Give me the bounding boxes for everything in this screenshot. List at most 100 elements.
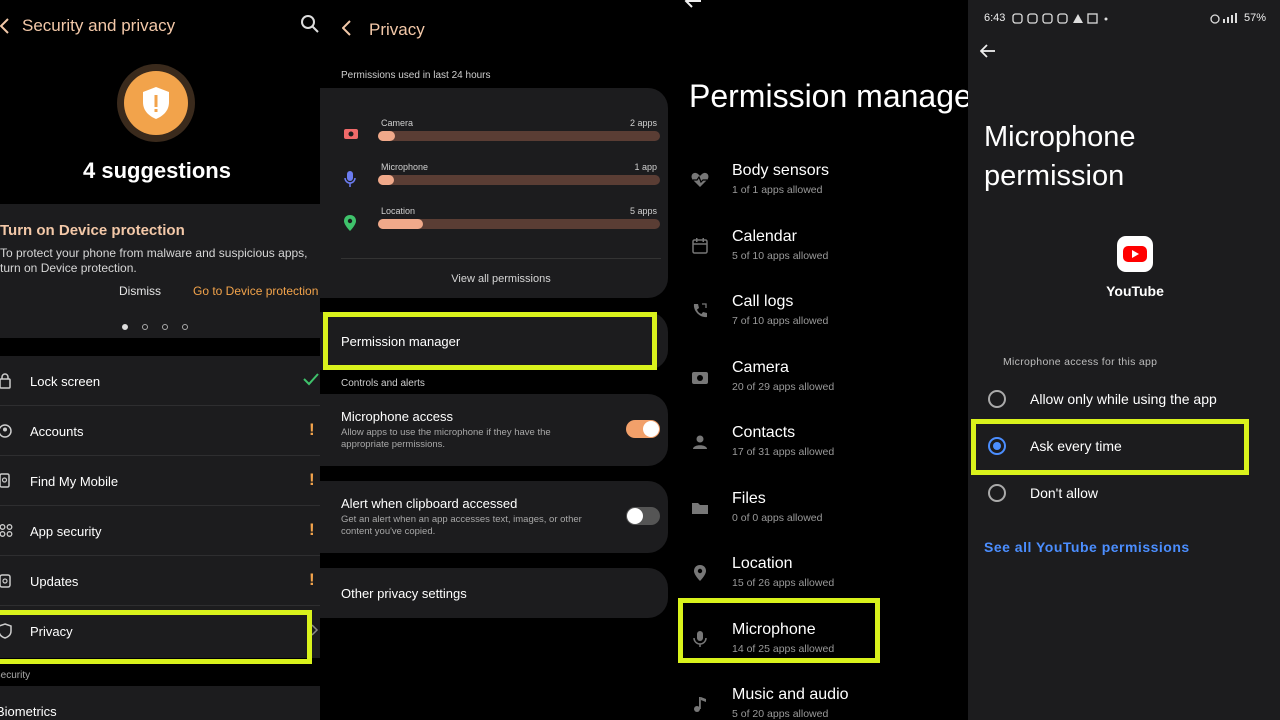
page-dot xyxy=(162,324,168,330)
microphone-access-toggle[interactable] xyxy=(626,420,660,438)
controls-header: Controls and alerts xyxy=(341,378,425,389)
call-log-icon xyxy=(690,301,710,321)
permission-title: Music and audio xyxy=(732,686,849,703)
permission-subtitle: 20 of 29 apps allowed xyxy=(732,380,835,393)
app-name: YouTube xyxy=(1106,283,1164,299)
page-dot xyxy=(182,324,188,330)
back-arrow-icon[interactable] xyxy=(980,44,996,58)
microphone-icon xyxy=(343,170,357,188)
list-item-app-security[interactable]: App security ! xyxy=(0,506,320,556)
warning-icon: ! xyxy=(309,470,315,489)
warning-icon: ! xyxy=(309,520,315,539)
list-item-label: Updates xyxy=(30,574,79,589)
usage-bar-fill xyxy=(378,175,394,185)
system-status-icons xyxy=(1210,13,1240,24)
account-icon xyxy=(0,423,14,439)
go-to-device-protection-button[interactable]: Go to Device protection xyxy=(193,284,318,298)
usage-bar xyxy=(378,219,660,229)
settings-list: Lock screen Accounts ! Find My Mobile ! … xyxy=(0,356,320,658)
divider xyxy=(341,258,661,259)
permission-row[interactable]: Calendar 5 of 10 apps allowed xyxy=(668,220,968,282)
camera-icon xyxy=(690,367,710,387)
permission-title: Files xyxy=(732,489,766,507)
usage-count: 1 app xyxy=(634,162,657,172)
list-item-biometrics[interactable]: Biometrics xyxy=(0,704,57,719)
status-time: 6:43 xyxy=(984,12,1006,24)
list-item-lock-screen[interactable]: Lock screen xyxy=(0,356,320,406)
usage-bar-fill xyxy=(378,219,423,229)
permission-row[interactable]: Call logs 7 of 10 apps allowed xyxy=(668,285,968,347)
permission-row[interactable]: Body sensors 1 of 1 apps allowed xyxy=(668,154,968,216)
usage-bar xyxy=(378,175,660,185)
see-all-permissions-link[interactable]: See all YouTube permissions xyxy=(984,539,1190,555)
page-dot xyxy=(122,324,128,330)
toggle-knob xyxy=(627,508,643,524)
suggestions-count: 4 suggestions xyxy=(83,158,231,183)
permission-row[interactable]: Location 15 of 26 apps allowed xyxy=(668,547,968,609)
radio-button[interactable] xyxy=(988,437,1006,455)
permission-row[interactable]: Contacts 17 of 31 apps allowed xyxy=(668,416,968,478)
privacy-icon xyxy=(0,623,14,639)
option-label[interactable]: Don't allow xyxy=(1030,485,1098,501)
search-icon[interactable] xyxy=(300,14,320,34)
heart-icon xyxy=(690,170,710,190)
permission-manager-screen: Permission manager Body sensors 1 of 1 ap… xyxy=(668,0,968,720)
list-item-accounts[interactable]: Accounts ! xyxy=(0,406,320,456)
back-arrow-icon[interactable] xyxy=(684,0,702,8)
list-item-updates[interactable]: Updates ! xyxy=(0,556,320,606)
location-icon xyxy=(343,214,357,232)
list-item-find-my-mobile[interactable]: Find My Mobile ! xyxy=(0,456,320,506)
page-title: Security and privacy xyxy=(22,16,176,35)
page-title: Privacy xyxy=(369,20,425,39)
radio-button[interactable] xyxy=(988,484,1006,502)
warning-icon: ! xyxy=(309,570,315,589)
list-item-label: App security xyxy=(30,524,102,539)
usage-count: 2 apps xyxy=(629,118,657,128)
usage-label: Location xyxy=(381,206,416,216)
permission-subtitle: 5 of 10 apps allowed xyxy=(732,249,829,262)
card-title: Turn on Device protection xyxy=(0,222,185,239)
clipboard-desc: Get an alert when an app accesses text, … xyxy=(341,514,582,537)
clipboard-alert-toggle[interactable] xyxy=(626,507,660,525)
permission-row[interactable]: Files 0 of 0 apps allowed xyxy=(668,482,968,544)
access-header: Microphone access for this app xyxy=(1003,356,1158,368)
option-label[interactable]: Ask every time xyxy=(1030,438,1122,454)
microphone-icon xyxy=(690,629,710,649)
permission-title: Camera xyxy=(732,358,789,376)
usage-bar xyxy=(378,131,660,141)
shield-alert-icon xyxy=(140,85,172,121)
radio-button[interactable] xyxy=(988,390,1006,408)
permission-row[interactable]: Camera 20 of 29 apps allowed xyxy=(668,351,968,413)
list-item-label: Find My Mobile xyxy=(30,474,119,489)
permission-title: Contacts xyxy=(732,424,796,441)
permission-title: Calendar xyxy=(732,227,797,245)
camera-icon xyxy=(343,126,359,140)
permission-subtitle: 15 of 26 apps allowed xyxy=(732,577,835,589)
youtube-app-icon xyxy=(1117,236,1153,272)
permission-subtitle: 5 of 20 apps allowed xyxy=(732,708,829,720)
lock-icon xyxy=(0,373,14,389)
dismiss-button[interactable]: Dismiss xyxy=(119,284,161,298)
check-icon xyxy=(303,372,319,386)
permission-subtitle: 17 of 31 apps allowed xyxy=(732,446,835,458)
permission-row[interactable]: Music and audio 5 of 20 apps allowed xyxy=(668,678,968,720)
back-arrow-icon[interactable] xyxy=(342,20,352,36)
app-security-icon xyxy=(0,523,14,539)
security-privacy-screen: Security and privacy 4 suggestions Turn … xyxy=(0,0,320,720)
view-all-permissions-link[interactable]: View all permissions xyxy=(320,273,668,285)
back-arrow-icon[interactable] xyxy=(0,18,10,34)
permission-subtitle: 7 of 10 apps allowed xyxy=(732,315,829,327)
list-item-privacy[interactable]: Privacy xyxy=(0,606,320,656)
clipboard-title: Alert when clipboard accessed xyxy=(341,496,518,511)
permission-row[interactable]: Microphone 14 of 25 apps allowed xyxy=(668,613,968,675)
permission-subtitle: 0 of 0 apps allowed xyxy=(732,511,823,524)
other-privacy-settings-button[interactable]: Other privacy settings xyxy=(341,586,467,601)
permission-manager-button[interactable]: Permission manager xyxy=(341,334,460,349)
contacts-icon xyxy=(690,432,710,452)
battery-level: 57% xyxy=(1244,12,1267,24)
card-description: To protect your phone from malware and s… xyxy=(0,246,308,275)
option-label[interactable]: Allow only while using the app xyxy=(1030,391,1217,407)
usage-label: Camera xyxy=(381,118,414,128)
toggle-knob xyxy=(643,421,659,437)
usage-label: Microphone xyxy=(381,162,429,172)
